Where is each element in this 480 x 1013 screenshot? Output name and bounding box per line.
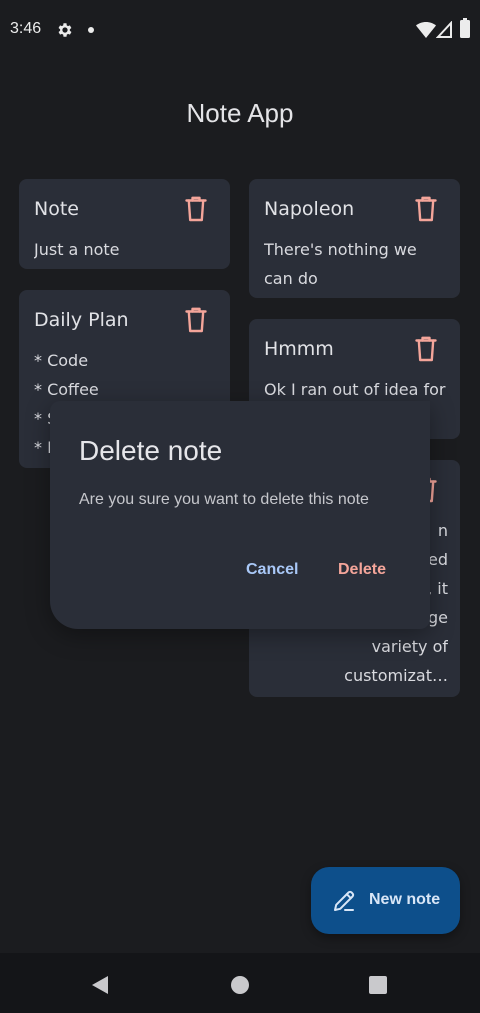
dialog-message: Are you sure you want to delete this not… [79, 491, 369, 508]
dialog-title: Delete note [79, 435, 223, 466]
pencil-icon [334, 890, 355, 911]
new-note-label: New note [369, 891, 441, 908]
home-icon[interactable] [231, 976, 249, 994]
recents-icon[interactable] [369, 976, 387, 994]
delete-button[interactable]: Delete [338, 561, 386, 579]
back-icon[interactable] [91, 975, 109, 995]
delete-note-dialog: Delete note Are you sure you want to del… [50, 401, 430, 629]
new-note-button[interactable]: New note [311, 867, 460, 934]
cancel-button[interactable]: Cancel [246, 561, 298, 579]
